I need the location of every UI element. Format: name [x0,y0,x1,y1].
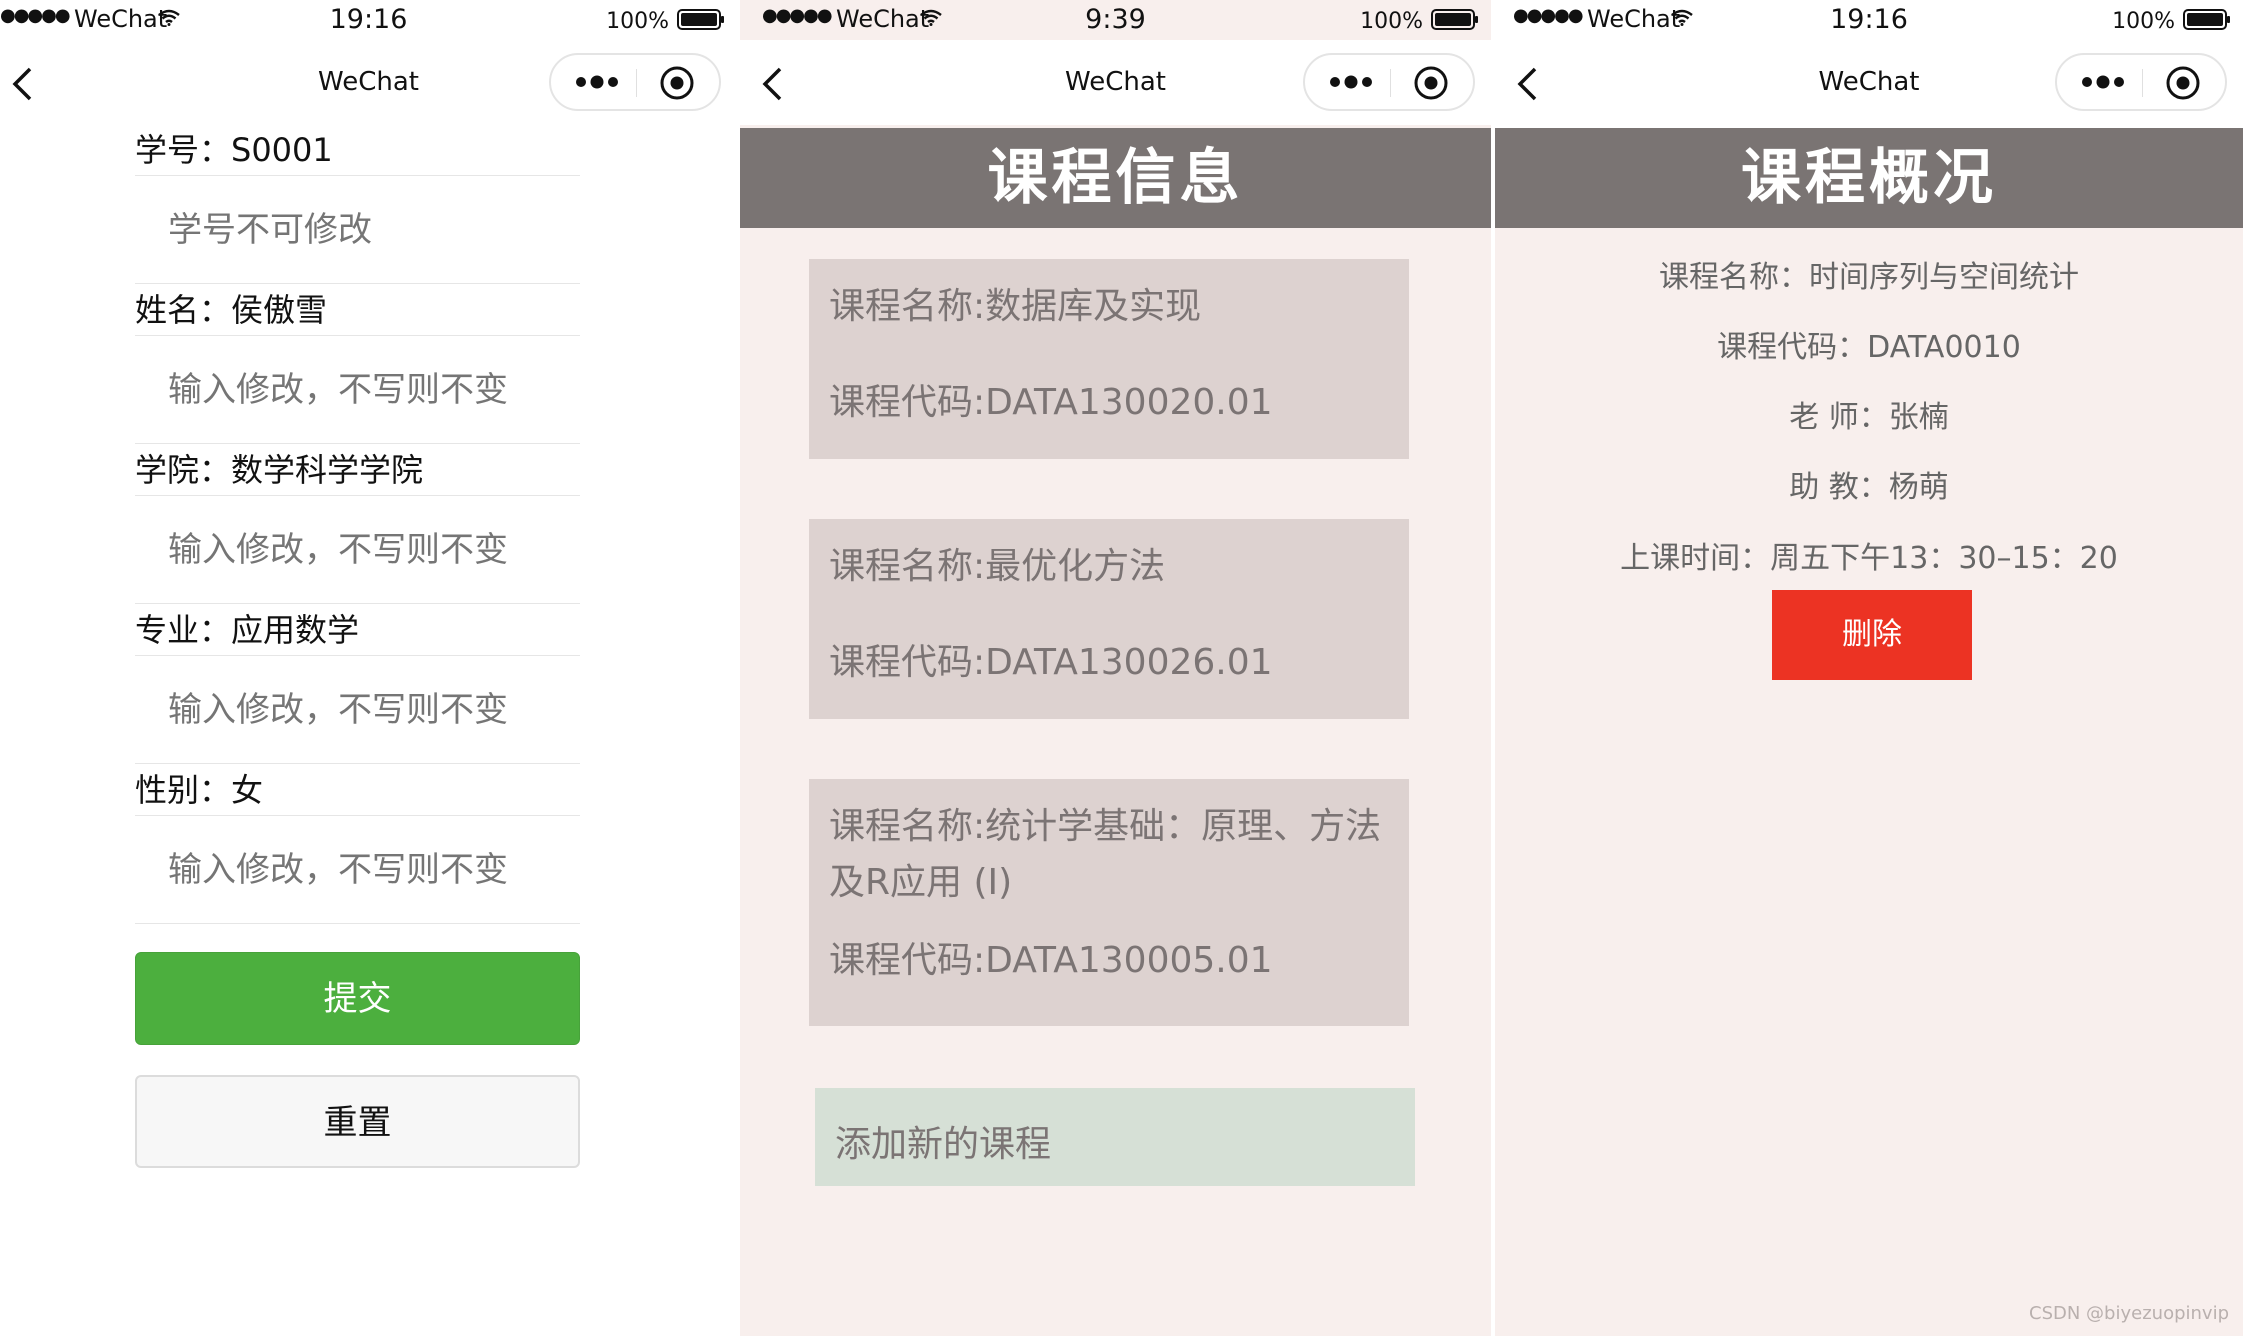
college-input[interactable] [135,496,580,604]
course-code: 课程代码:DATA130026.01 [829,642,1273,683]
miniprogram-capsule [1303,53,1475,111]
page-title: 课程概况 [1495,128,2243,228]
field-label: 学院：数学科学学院 [135,445,580,496]
course-info-screen: ●●●●● WeChat 9:39 100% WeChat 课程信息 课程名称:… [740,0,1491,1336]
student-id-input[interactable] [135,176,580,284]
nav-bar: WeChat [1495,40,2243,125]
course-name: 课程名称:统计学基础：原理、方法及R应用 (I) [829,806,1382,903]
battery-icon [677,9,724,30]
field-gender: 性别：女 [135,765,580,924]
field-name: 姓名：侯傲雪 [135,285,580,444]
student-edit-screen: ●●●●● WeChat 19:16 100% WeChat 学号：S0001 … [0,0,737,1336]
field-label: 姓名：侯傲雪 [135,285,580,336]
nav-bar: WeChat [0,40,737,125]
battery-icon [1431,9,1478,30]
field-college: 学院：数学科学学院 [135,445,580,604]
watermark: CSDN @biyezuopinvip [2029,1303,2229,1324]
field-student-id: 学号：S0001 [135,125,580,284]
assistant-line: 助 教：杨萌 [1789,470,1949,505]
status-bar: ●●●●● WeChat 19:16 100% [1495,0,2243,40]
delete-button[interactable]: 删除 [1772,590,1972,680]
course-code: 课程代码:DATA130020.01 [829,382,1273,423]
miniprogram-capsule [549,53,721,111]
teacher-line: 老 师：张楠 [1789,400,1949,435]
course-name: 课程名称:最优化方法 [829,546,1166,587]
course-name: 课程名称:数据库及实现 [829,286,1202,327]
field-major: 专业：应用数学 [135,605,580,764]
battery-icon [2183,9,2230,30]
course-card[interactable]: 课程名称:统计学基础：原理、方法及R应用 (I) 课程代码:DATA130005… [809,779,1409,1026]
course-code: 课程代码:DATA130005.01 [829,940,1273,981]
close-miniprogram-icon[interactable] [1413,65,1449,101]
course-overview-screen: ●●●●● WeChat 19:16 100% WeChat 课程概况 课程名称… [1495,0,2243,1336]
battery-percent: 100% [2112,9,2175,34]
course-card[interactable]: 课程名称:最优化方法 课程代码:DATA130026.01 [809,519,1409,719]
close-miniprogram-icon[interactable] [659,65,695,101]
more-icon[interactable] [573,69,623,95]
more-icon[interactable] [2079,69,2129,95]
nav-bar: WeChat [740,40,1491,125]
course-card[interactable]: 课程名称:数据库及实现 课程代码:DATA130020.01 [809,259,1409,459]
course-code-line: 课程代码：DATA0010 [1717,330,2021,365]
course-name-line: 课程名称：时间序列与空间统计 [1659,260,2079,295]
gender-input[interactable] [135,816,580,924]
add-course-button[interactable]: 添加新的课程 [815,1088,1415,1186]
field-label: 性别：女 [135,765,580,816]
capsule-divider [636,69,637,97]
close-miniprogram-icon[interactable] [2165,65,2201,101]
reset-button[interactable]: 重置 [135,1075,580,1168]
more-icon[interactable] [1327,69,1377,95]
page-title: 课程信息 [740,128,1491,228]
submit-button[interactable]: 提交 [135,952,580,1045]
field-label: 专业：应用数学 [135,605,580,656]
capsule-divider [1390,69,1391,97]
miniprogram-capsule [2055,53,2227,111]
capsule-divider [2142,69,2143,97]
student-form: 学号：S0001 姓名：侯傲雪 学院：数学科学学院 专业：应用数学 性别：女 [135,125,580,925]
battery-percent: 100% [606,9,669,34]
schedule-line: 上课时间：周五下午13：30–15：20 [1620,541,2118,576]
name-input[interactable] [135,336,580,444]
field-label: 学号：S0001 [135,125,580,176]
status-bar: ●●●●● WeChat 9:39 100% [740,0,1491,40]
status-bar: ●●●●● WeChat 19:16 100% [0,0,737,40]
major-input[interactable] [135,656,580,764]
battery-percent: 100% [1360,9,1423,34]
